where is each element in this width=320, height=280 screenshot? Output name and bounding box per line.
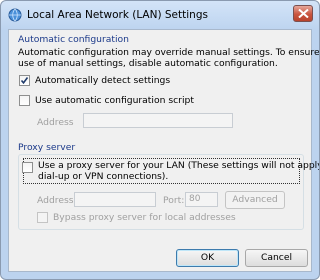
advanced-button[interactable]: Advanced	[225, 191, 285, 209]
use-proxy-checkbox[interactable]	[22, 162, 33, 173]
proxy-group: Use a proxy server for your LAN (These s…	[18, 154, 319, 230]
auto-config-description-line1: Automatic configuration may override man…	[18, 47, 320, 58]
use-proxy-label-line1[interactable]: Use a proxy server for your LAN (These s…	[38, 160, 319, 171]
close-icon	[298, 9, 309, 18]
proxy-port-label: Port:	[163, 195, 185, 206]
proxy-port-input[interactable]: 80	[185, 192, 218, 207]
dialog-window: Local Area Network (LAN) Settings Automa…	[0, 0, 320, 280]
dialog-body: Automatic configuration Automatic config…	[8, 29, 319, 272]
auto-script-checkbox[interactable]	[19, 95, 30, 106]
proxy-heading: Proxy server	[18, 142, 76, 153]
auto-detect-checkbox[interactable]	[19, 75, 30, 86]
checkmark-icon	[20, 77, 29, 85]
close-button[interactable]	[293, 5, 313, 22]
ok-button[interactable]: OK	[176, 249, 239, 267]
proxy-address-input[interactable]	[74, 192, 156, 207]
auto-config-heading: Automatic configuration	[18, 34, 129, 45]
bypass-local-label[interactable]: Bypass proxy server for local addresses	[53, 212, 236, 223]
script-address-input[interactable]	[83, 113, 233, 128]
proxy-address-label: Address:	[37, 195, 77, 206]
auto-detect-label[interactable]: Automatically detect settings	[35, 75, 170, 86]
title-bar: Local Area Network (LAN) Settings	[1, 1, 319, 29]
use-proxy-label-line2[interactable]: dial-up or VPN connections).	[38, 171, 168, 182]
bypass-local-checkbox[interactable]	[37, 212, 48, 223]
network-globe-icon	[8, 8, 22, 22]
cancel-button[interactable]: Cancel	[245, 249, 308, 267]
auto-config-description-line2: use of manual settings, disable automati…	[18, 58, 278, 69]
auto-script-label[interactable]: Use automatic configuration script	[35, 95, 194, 106]
script-address-label: Address	[37, 117, 74, 128]
window-title: Local Area Network (LAN) Settings	[27, 9, 208, 21]
